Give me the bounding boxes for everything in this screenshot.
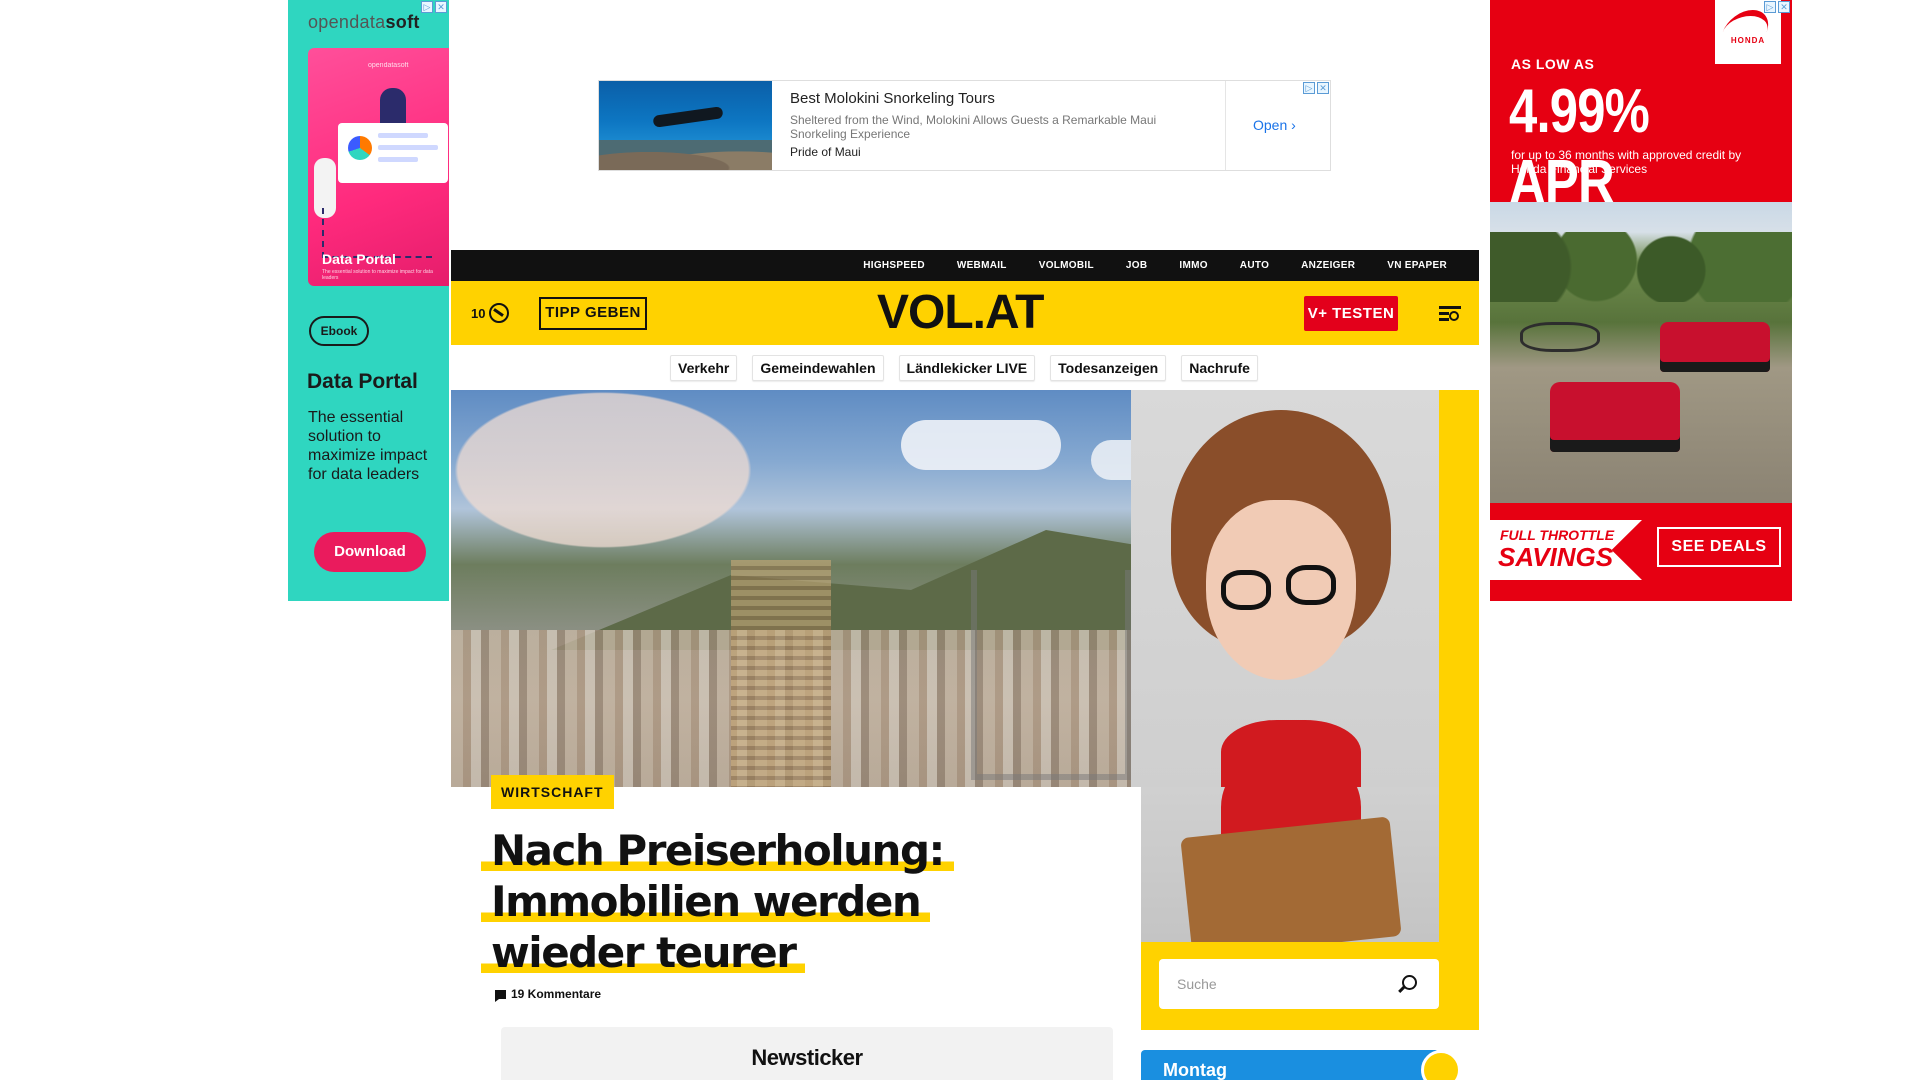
top-ad-molokini[interactable]: Best Molokini Snorkeling Tours Sheltered… [598, 80, 1331, 171]
sun-icon [1421, 1050, 1461, 1080]
comments-link[interactable]: 19 Kommentare [495, 987, 601, 1002]
diver-illustration [652, 106, 724, 128]
search-input[interactable] [1177, 959, 1397, 1009]
ad-illustration[interactable]: opendatasoft Data Portal The essential s… [308, 48, 449, 286]
person-illustration [380, 88, 406, 128]
nav-link-immo[interactable]: IMMO [1163, 250, 1223, 281]
ad-terms: for up to 36 months with approved credit… [1511, 148, 1742, 176]
ad-open-button[interactable]: Open › [1253, 117, 1296, 133]
download-button[interactable]: Download [314, 532, 426, 572]
nav-link-webmail[interactable]: WEBMAIL [941, 250, 1023, 281]
chevron-right-icon: › [1291, 117, 1296, 133]
newsticker-title: Newsticker [751, 1045, 863, 1070]
close-ad-icon[interactable]: ✕ [1317, 82, 1329, 94]
adchoices-icon[interactable]: ▷ [421, 1, 433, 13]
ad-illustration-sub: The essential solution to maximize impac… [322, 269, 433, 281]
utv-illustration-back [1660, 322, 1770, 372]
nav-link-auto[interactable]: AUTO [1224, 250, 1285, 281]
v-plus-testen-button[interactable]: V+ TESTEN [1304, 296, 1398, 331]
article-teaser: WIRTSCHAFT Nach Preiserholung: Immobilie… [451, 775, 1141, 1080]
trailer-illustration [1520, 322, 1600, 352]
comment-icon [495, 989, 506, 1002]
topic-chip-laendlekicker-live[interactable]: Ländlekicker LIVE [898, 355, 1036, 381]
ad-title[interactable]: Best Molokini Snorkeling Tours [790, 90, 995, 107]
menu-search-icon[interactable] [1439, 303, 1463, 323]
adchoices-icon[interactable]: ▷ [1764, 1, 1776, 13]
ad-illustration-brand: opendatasoft [368, 62, 409, 69]
ad-utv-photo[interactable] [1490, 202, 1792, 503]
adchoices-icon[interactable]: ▷ [1303, 82, 1315, 94]
ebook-badge: Ebook [309, 316, 369, 346]
nav-link-job[interactable]: JOB [1110, 250, 1163, 281]
hero-image-lower[interactable] [1141, 787, 1439, 942]
topic-chip-nachrufe[interactable]: Nachrufe [1181, 355, 1258, 381]
nav-link-anzeiger[interactable]: ANZEIGER [1285, 250, 1371, 281]
ad-rate: 4.99% APR [1509, 77, 1650, 217]
ad-controls: ▷ ✕ [421, 1, 447, 13]
notification-counter[interactable]: 10 [471, 303, 510, 323]
ad-brand: opendatasoft [308, 12, 420, 32]
article-headline-wrap[interactable]: Nach Preiserholung: Immobilien werden wi… [481, 825, 1081, 978]
ad-rate-intro: AS LOW AS [1511, 56, 1595, 72]
see-deals-button[interactable]: SEE DEALS [1657, 527, 1781, 567]
site-header: 10 TIPP GEBEN VOL.AT V+ TESTEN [451, 281, 1479, 345]
pie-chart-icon [348, 136, 372, 160]
tipp-geben-button[interactable]: TIPP GEBEN [539, 297, 647, 330]
close-ad-icon[interactable]: ✕ [1778, 1, 1790, 13]
topic-chip-gemeindewahlen[interactable]: Gemeindewahlen [752, 355, 884, 381]
sidebar-yellow-strip [1439, 390, 1479, 1030]
hero-article: WIRTSCHAFT Nach Preiserholung: Immobilie… [451, 390, 1479, 1080]
ad-divider [1225, 81, 1226, 170]
right-ad-honda[interactable]: ▷ ✕ HONDA AS LOW AS 4.99% APR for up to … [1490, 0, 1792, 601]
weather-day: Montag [1163, 1060, 1227, 1080]
article-headline[interactable]: Nach Preiserholung: Immobilien werden wi… [481, 825, 1081, 978]
utv-illustration-front [1550, 382, 1680, 452]
ad-controls: ▷ ✕ [1303, 82, 1329, 94]
search-area [1141, 942, 1479, 1030]
clock-icon [489, 303, 510, 323]
top-nav-bar: HIGHSPEED WEBMAIL VOLMOBIL JOB IMMO AUTO… [451, 250, 1479, 281]
weather-widget[interactable]: Montag [1141, 1050, 1461, 1080]
nav-link-vn-epaper[interactable]: VN EPAPER [1371, 250, 1463, 281]
topic-nav: Verkehr Gemeindewahlen Ländlekicker LIVE… [451, 345, 1479, 390]
topic-chip-verkehr[interactable]: Verkehr [670, 355, 738, 381]
left-ad-opendatasoft[interactable]: ▷ ✕ opendatasoft opendatasoft Data Porta… [288, 0, 449, 601]
ad-description: Sheltered from the Wind, Molokini Allows… [790, 113, 1157, 141]
savings-badge: FULL THROTTLE SAVINGS [1490, 520, 1642, 580]
ad-advertiser: Pride of Maui [790, 145, 861, 159]
ad-body: The essential solution to maximize impac… [308, 409, 428, 483]
newsticker-box: Newsticker [501, 1027, 1113, 1080]
topic-chip-todesanzeigen[interactable]: Todesanzeigen [1050, 355, 1167, 381]
honda-wing-icon [1721, 10, 1775, 36]
hero-image[interactable] [451, 390, 1439, 787]
ad-headline: Data Portal [307, 370, 418, 393]
search-icon[interactable] [1402, 975, 1417, 990]
ad-thumbnail-snorkeling[interactable] [599, 81, 772, 170]
category-tag[interactable]: WIRTSCHAFT [491, 775, 614, 809]
ad-controls: ▷ ✕ [1764, 1, 1790, 13]
search-box [1159, 959, 1439, 1009]
topic-chips: Verkehr Gemeindewahlen Ländlekicker LIVE… [670, 355, 1258, 381]
site-logo[interactable]: VOL.AT [877, 285, 1044, 340]
close-ad-icon[interactable]: ✕ [435, 1, 447, 13]
nav-link-volmobil[interactable]: VOLMOBIL [1023, 250, 1110, 281]
nav-link-highspeed[interactable]: HIGHSPEED [847, 250, 941, 281]
top-nav-links: HIGHSPEED WEBMAIL VOLMOBIL JOB IMMO AUTO… [847, 250, 1463, 281]
ad-illustration-label: Data Portal [322, 251, 396, 267]
